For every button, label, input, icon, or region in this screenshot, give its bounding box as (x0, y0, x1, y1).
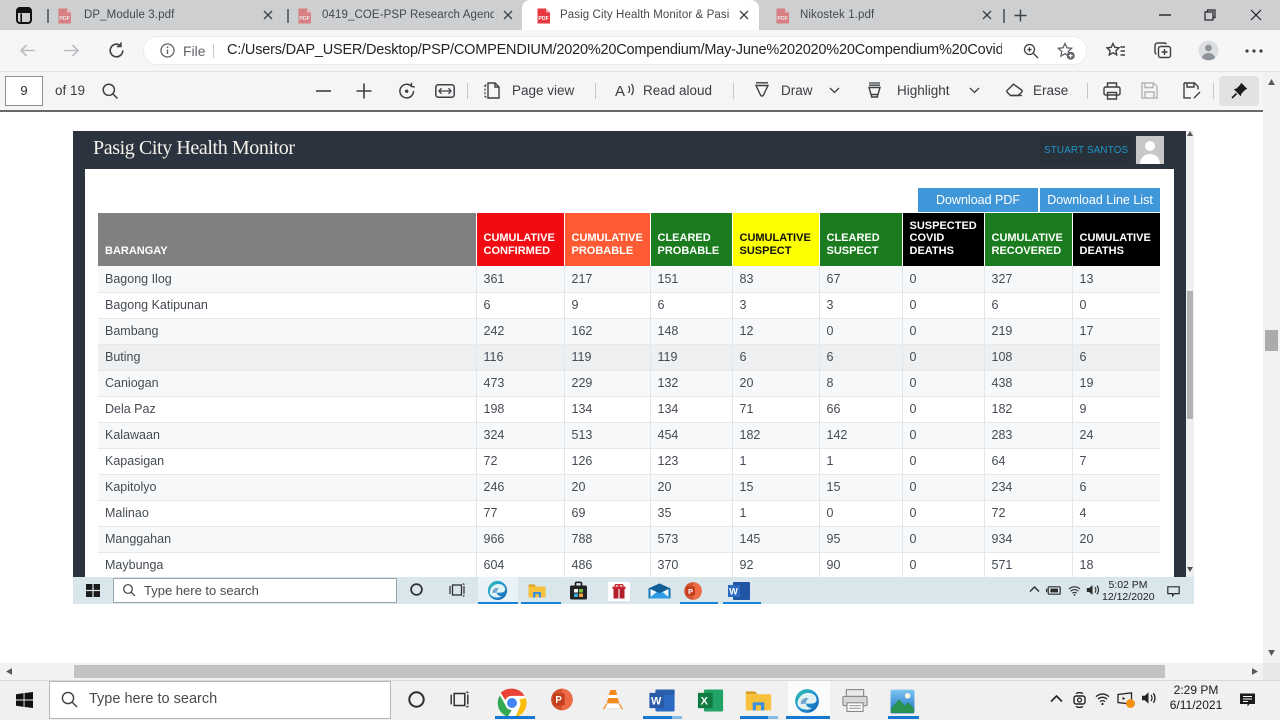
svg-text:X: X (701, 696, 709, 708)
svg-text:PDF: PDF (777, 16, 787, 22)
svg-text:W: W (651, 696, 662, 708)
svg-text:W: W (729, 587, 738, 597)
svg-text:PDF: PDF (299, 16, 309, 22)
svg-text:P: P (688, 587, 693, 596)
svg-text:P: P (555, 695, 562, 706)
svg-text:A: A (615, 83, 625, 99)
svg-text:PDF: PDF (59, 16, 69, 22)
svg-text:PDF: PDF (538, 16, 548, 22)
